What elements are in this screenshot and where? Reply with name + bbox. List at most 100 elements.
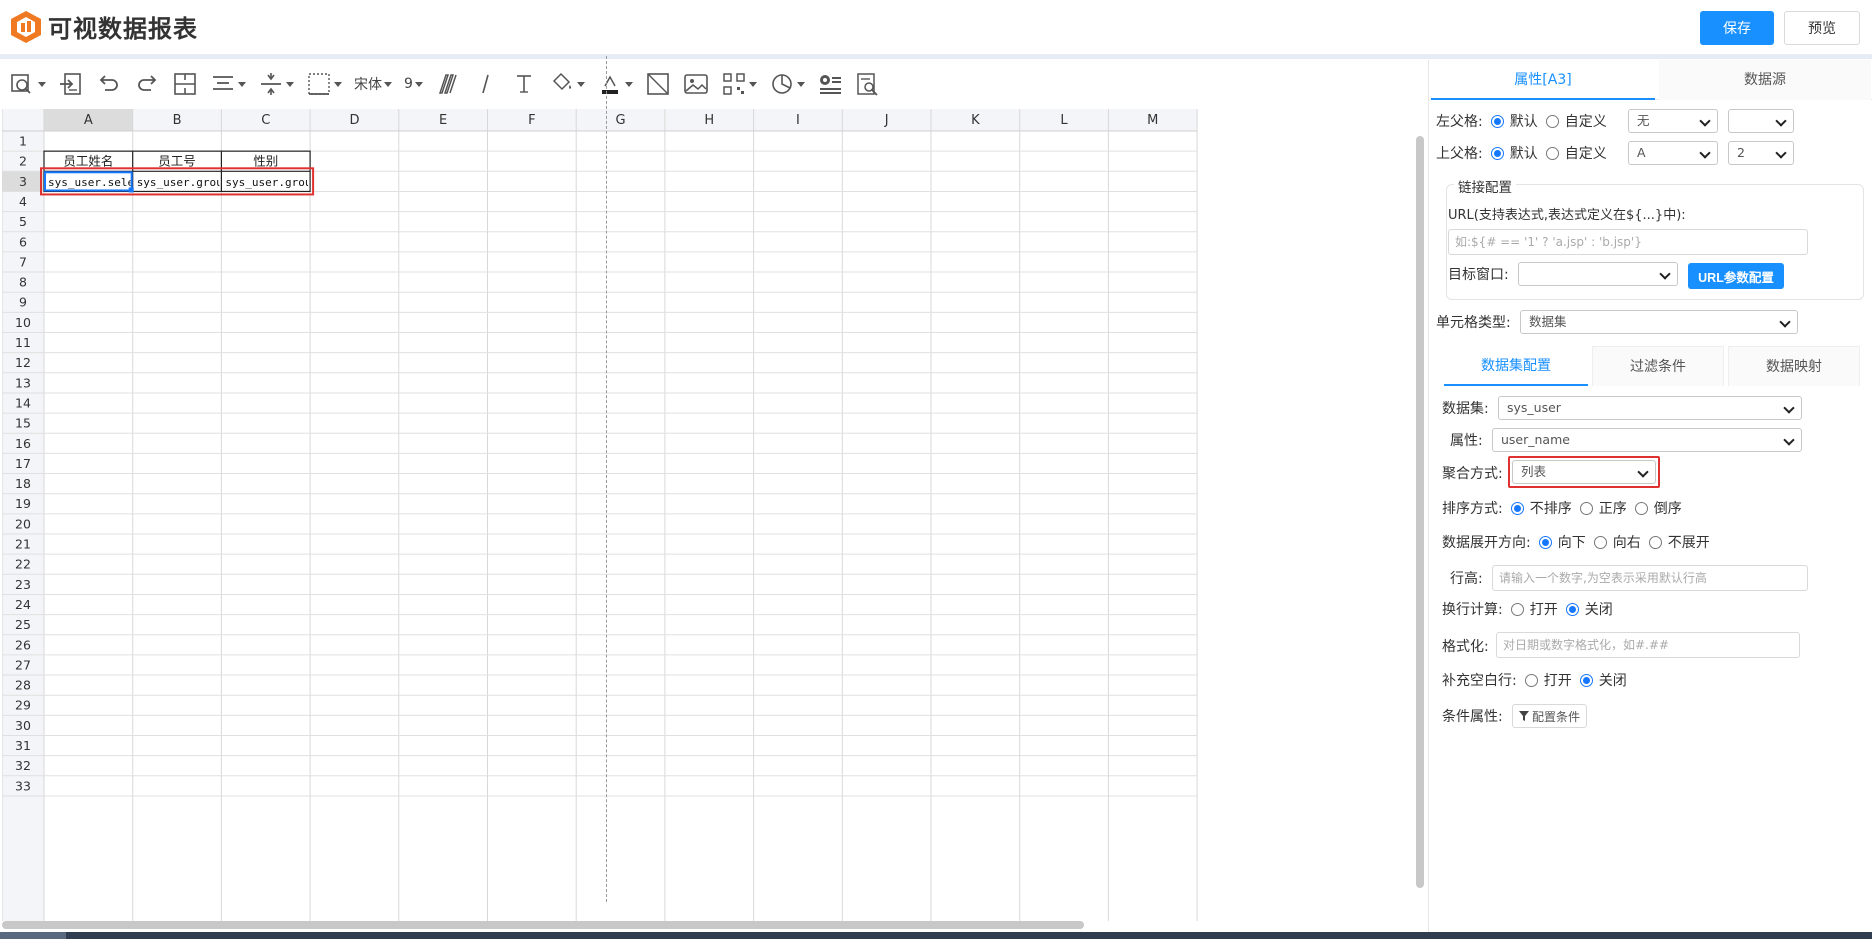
align-vertical-tool[interactable] — [258, 68, 294, 100]
subtab-data-mapping[interactable]: 数据映射 — [1728, 346, 1860, 386]
attribute-select[interactable]: user_name — [1492, 428, 1802, 452]
subtab-filter[interactable]: 过滤条件 — [1592, 346, 1724, 386]
row-header-21[interactable]: 21 — [15, 537, 31, 552]
expand-down-radio[interactable] — [1538, 535, 1552, 549]
row-header-14[interactable]: 14 — [15, 395, 31, 410]
left-parent-custom-radio[interactable] — [1545, 114, 1559, 128]
font-color-tool[interactable] — [597, 68, 633, 100]
bold-button[interactable] — [435, 68, 461, 100]
row-header-6[interactable]: 6 — [19, 234, 27, 249]
cell-A2[interactable]: 员工姓名 — [63, 154, 113, 169]
row-header-12[interactable]: 12 — [15, 355, 31, 370]
zoom-tool[interactable] — [10, 68, 46, 100]
column-header-M[interactable]: M — [1147, 113, 1158, 128]
row-header-9[interactable]: 9 — [19, 295, 27, 310]
insert-image-button[interactable] — [683, 68, 709, 100]
print-preview-button[interactable] — [855, 68, 881, 100]
row-header-24[interactable]: 24 — [15, 597, 31, 612]
dataset-select[interactable]: sys_user — [1498, 396, 1802, 420]
url-input[interactable]: 如:${# == '1' ? 'a.jsp' : 'b.jsp'} — [1448, 229, 1808, 255]
sort-none-radio[interactable] — [1510, 501, 1524, 515]
row-header-16[interactable]: 16 — [15, 436, 31, 451]
spreadsheet-grid[interactable]: A B C D E F G H I J K L M123456789101112131415161718… — [2, 109, 1424, 921]
row-header-1[interactable]: 1 — [19, 134, 27, 149]
top-parent-default-radio[interactable] — [1490, 146, 1504, 160]
column-header-K[interactable]: K — [971, 113, 980, 128]
column-header-H[interactable]: H — [704, 113, 714, 128]
align-horizontal-tool[interactable] — [210, 68, 246, 100]
border-tool[interactable] — [306, 68, 342, 100]
row-header-3[interactable]: 3 — [19, 174, 27, 189]
spreadsheet[interactable]: A B C D E F G H I J K L M 1 2 3 4 5 6 7 8 9 10 11 12 13 14 15 16 17 18… — [2, 109, 1424, 921]
left-parent-select-2[interactable] — [1728, 109, 1794, 133]
wrap-on-radio[interactable] — [1510, 602, 1524, 616]
column-header-B[interactable]: B — [173, 113, 182, 128]
column-header-D[interactable]: D — [349, 113, 359, 128]
row-header-4[interactable]: 4 — [19, 194, 27, 209]
row-header-17[interactable]: 17 — [15, 456, 31, 471]
qrcode-tool[interactable] — [721, 68, 757, 100]
chart-tool[interactable] — [769, 68, 805, 100]
fill-blank-on-radio[interactable] — [1524, 673, 1538, 687]
diagonal-slash-button[interactable] — [645, 68, 671, 100]
row-header-13[interactable]: 13 — [15, 375, 31, 390]
cell-C3[interactable]: sys_user.group(us — [225, 176, 338, 189]
merge-cells-button[interactable] — [172, 68, 198, 100]
row-header-33[interactable]: 33 — [15, 778, 31, 793]
row-header-2[interactable]: 2 — [19, 154, 27, 169]
row-header-30[interactable]: 30 — [15, 718, 31, 733]
fill-handle[interactable] — [128, 187, 134, 193]
target-window-select[interactable] — [1518, 262, 1678, 286]
cell-type-select[interactable]: 数据集 — [1520, 310, 1798, 334]
expand-right-radio[interactable] — [1593, 535, 1607, 549]
row-header-28[interactable]: 28 — [15, 678, 31, 693]
row-header-29[interactable]: 29 — [15, 698, 31, 713]
left-parent-default-radio[interactable] — [1490, 114, 1504, 128]
row-header-5[interactable]: 5 — [19, 214, 27, 229]
column-header-J[interactable]: J — [884, 113, 889, 128]
sort-asc-radio[interactable] — [1579, 501, 1593, 515]
preview-button[interactable]: 预览 — [1784, 11, 1860, 45]
expand-none-radio[interactable] — [1648, 535, 1662, 549]
top-parent-custom-radio[interactable] — [1545, 146, 1559, 160]
format-input[interactable]: 对日期或数字格式化，如#.## — [1496, 632, 1800, 658]
row-header-25[interactable]: 25 — [15, 617, 31, 632]
row-header-15[interactable]: 15 — [15, 416, 31, 431]
row-header-19[interactable]: 19 — [15, 496, 31, 511]
row-header-27[interactable]: 27 — [15, 657, 31, 672]
font-family-select[interactable]: 宋体 — [354, 68, 392, 100]
column-header-G[interactable]: G — [616, 113, 626, 128]
top-parent-select-1[interactable]: A — [1628, 141, 1718, 165]
italic-button[interactable] — [473, 68, 499, 100]
row-header-18[interactable]: 18 — [15, 476, 31, 491]
row-header-7[interactable]: 7 — [19, 254, 27, 269]
column-header-L[interactable]: L — [1060, 113, 1068, 128]
row-header-11[interactable]: 11 — [15, 335, 31, 350]
horizontal-scrollbar[interactable] — [2, 921, 1084, 929]
column-header-C[interactable]: C — [261, 113, 270, 128]
column-header-F[interactable]: F — [528, 113, 535, 128]
row-header-32[interactable]: 32 — [15, 758, 31, 773]
font-size-select[interactable]: 9 — [404, 68, 423, 100]
save-button[interactable]: 保存 — [1700, 11, 1774, 45]
row-header-10[interactable]: 10 — [15, 315, 31, 330]
row-header-31[interactable]: 31 — [15, 738, 31, 753]
column-header-I[interactable]: I — [796, 113, 800, 128]
cell-B2[interactable]: 员工号 — [158, 154, 196, 169]
column-header-A[interactable]: A — [84, 113, 93, 128]
fill-color-tool[interactable] — [549, 68, 585, 100]
cell-C2[interactable]: 性别 — [253, 154, 278, 169]
settings-button[interactable] — [817, 68, 843, 100]
row-height-input[interactable]: 请输入一个数字,为空表示采用默认行高 — [1492, 565, 1808, 591]
wrap-off-radio[interactable] — [1565, 602, 1579, 616]
row-header-22[interactable]: 22 — [15, 557, 31, 572]
text-style-button[interactable] — [511, 68, 537, 100]
top-parent-select-2[interactable]: 2 — [1728, 141, 1794, 165]
redo-button[interactable] — [134, 68, 160, 100]
row-header-26[interactable]: 26 — [15, 637, 31, 652]
fill-blank-off-radio[interactable] — [1579, 673, 1593, 687]
subtab-dataset-config[interactable]: 数据集配置 — [1444, 346, 1588, 386]
left-parent-select-1[interactable]: 无 — [1628, 109, 1718, 133]
sort-desc-radio[interactable] — [1634, 501, 1648, 515]
row-header-8[interactable]: 8 — [19, 275, 27, 290]
